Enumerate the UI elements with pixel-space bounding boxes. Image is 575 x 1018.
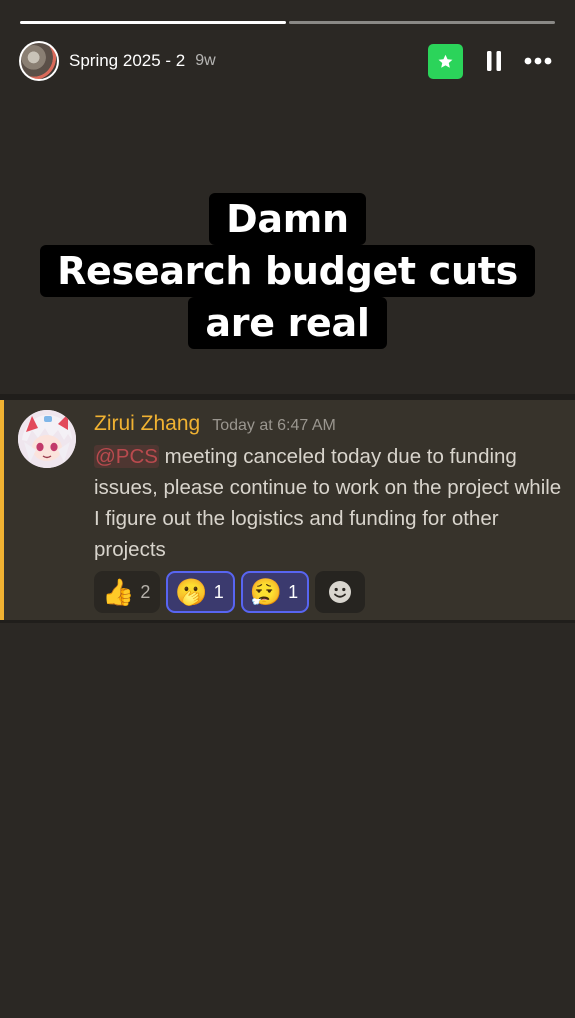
caption-line: are real: [188, 297, 387, 349]
pause-button[interactable]: [479, 44, 509, 79]
caption-line: Research budget cuts: [40, 245, 535, 297]
pause-icon: [487, 51, 501, 71]
message-highlight: Zirui Zhang Today at 6:47 AM @PCS meetin…: [0, 400, 575, 620]
reaction-hand-over-mouth[interactable]: 🫢 1: [166, 571, 235, 613]
discord-message: Zirui Zhang Today at 6:47 AM @PCS meetin…: [0, 394, 575, 623]
more-options-button[interactable]: [521, 44, 555, 79]
caption-line: Damn: [209, 193, 366, 245]
story-title[interactable]: Spring 2025 - 2: [69, 51, 185, 71]
reaction-bar: 👍 2 🫢 1 😮‍💨 1: [94, 571, 366, 613]
anime-avatar-image: [18, 410, 76, 468]
progress-segment-1: [20, 21, 286, 24]
reaction-thumbs-up[interactable]: 👍 2: [94, 571, 161, 613]
star-icon: [438, 54, 453, 68]
hand-over-mouth-icon: 🫢: [175, 577, 208, 607]
reaction-count: 2: [140, 581, 151, 602]
role-mention[interactable]: @PCS: [94, 445, 159, 468]
story-viewer: Spring 2025 - 2 9w Damn Research budget …: [0, 0, 575, 1018]
message-text: meeting canceled today due to funding is…: [94, 445, 562, 561]
reaction-exhaling[interactable]: 😮‍💨 1: [240, 571, 310, 613]
story-caption: Damn Research budget cuts are real: [0, 193, 575, 349]
thumbs-up-icon: 👍: [102, 577, 135, 607]
message-header: Zirui Zhang Today at 6:47 AM: [94, 412, 336, 436]
face-exhaling-icon: 😮‍💨: [249, 577, 283, 607]
message-content: @PCS meeting canceled today due to fundi…: [94, 441, 564, 565]
favorite-button[interactable]: [428, 43, 463, 79]
author-avatar[interactable]: [18, 410, 76, 468]
add-reaction-icon: [329, 581, 352, 603]
author-name[interactable]: Zirui Zhang: [94, 412, 200, 436]
progress-segment-2: [289, 21, 555, 24]
reaction-count: 1: [213, 581, 224, 602]
more-horizontal-icon: [524, 57, 552, 65]
story-age: 9w: [195, 52, 216, 69]
message-timestamp: Today at 6:47 AM: [212, 417, 336, 434]
story-header: Spring 2025 - 2 9w: [19, 40, 555, 82]
add-reaction-button[interactable]: [315, 571, 366, 613]
reaction-count: 1: [288, 581, 299, 602]
story-avatar[interactable]: [19, 41, 59, 81]
story-progress: [20, 21, 555, 24]
